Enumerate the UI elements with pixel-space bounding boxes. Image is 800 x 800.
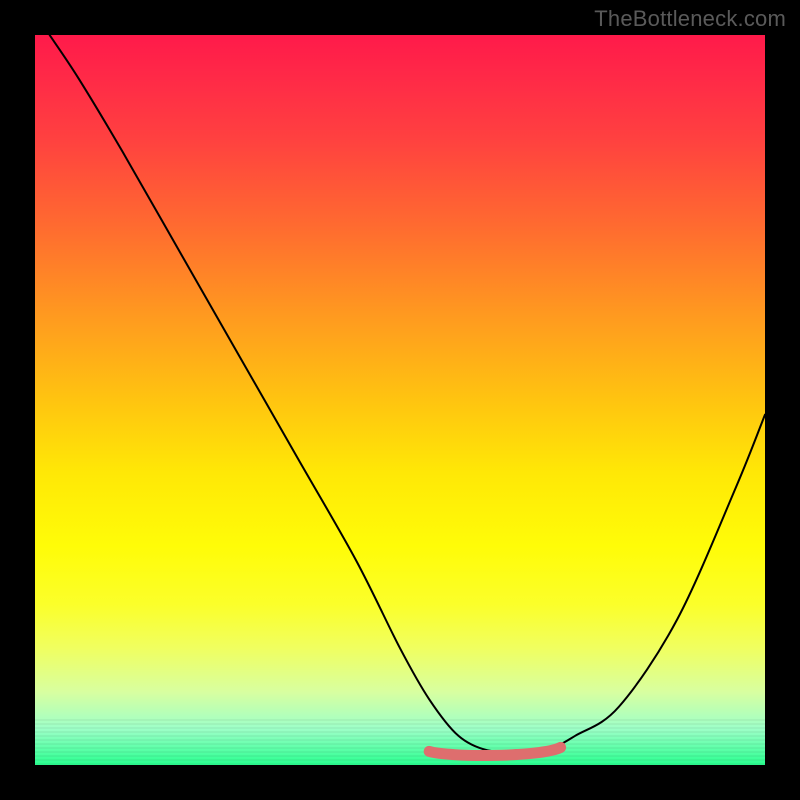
plot-area [35, 35, 765, 765]
watermark-text: TheBottleneck.com [594, 6, 786, 32]
curve-path [50, 35, 765, 751]
flat-region-path [429, 747, 560, 755]
chart-svg [35, 35, 765, 765]
